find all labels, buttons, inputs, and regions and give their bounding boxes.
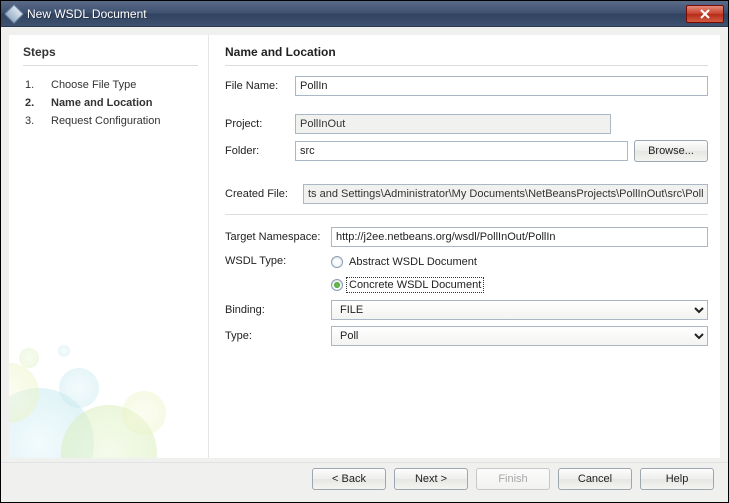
row-file-name: File Name: bbox=[225, 76, 708, 96]
row-project: Project: bbox=[225, 114, 708, 134]
radio-abstract-label: Abstract WSDL Document bbox=[347, 255, 479, 269]
separator bbox=[225, 214, 708, 215]
step-number: 2. bbox=[25, 97, 39, 109]
content-pane: Name and Location File Name: Project: bbox=[209, 35, 720, 458]
radio-concrete-label: Concrete WSDL Document bbox=[347, 278, 483, 292]
label-project: Project: bbox=[225, 118, 289, 130]
wizard-footer: < Back Next > Finish Cancel Help bbox=[1, 462, 728, 502]
cancel-button[interactable]: Cancel bbox=[558, 468, 632, 490]
window-title: New WSDL Document bbox=[27, 7, 686, 21]
browse-button[interactable]: Browse... bbox=[634, 140, 708, 162]
row-binding: Binding: FILE bbox=[225, 300, 708, 320]
file-name-input[interactable] bbox=[295, 76, 708, 96]
steps-list: 1. Choose File Type 2. Name and Location… bbox=[23, 76, 198, 130]
finish-button: Finish bbox=[476, 468, 550, 490]
divider bbox=[225, 65, 708, 66]
next-button[interactable]: Next > bbox=[394, 468, 468, 490]
binding-select[interactable]: FILE bbox=[331, 300, 708, 320]
help-button[interactable]: Help bbox=[640, 468, 714, 490]
steps-heading: Steps bbox=[23, 45, 198, 59]
close-icon bbox=[699, 9, 711, 19]
project-display bbox=[295, 114, 611, 134]
step-item-current: 2. Name and Location bbox=[23, 94, 198, 112]
wsdl-app-icon bbox=[4, 4, 24, 24]
row-target-namespace: Target Namespace: bbox=[225, 227, 708, 247]
step-item: 1. Choose File Type bbox=[23, 76, 198, 94]
close-button[interactable] bbox=[686, 5, 724, 23]
radio-icon-selected bbox=[331, 279, 343, 291]
target-namespace-input[interactable] bbox=[331, 227, 708, 247]
label-file-name: File Name: bbox=[225, 80, 289, 92]
decorative-bubbles bbox=[9, 313, 229, 458]
row-created-file: Created File: bbox=[225, 184, 708, 204]
created-file-display bbox=[303, 184, 708, 204]
step-label: Name and Location bbox=[51, 97, 152, 109]
radio-concrete[interactable]: Concrete WSDL Document bbox=[331, 276, 483, 294]
radio-abstract[interactable]: Abstract WSDL Document bbox=[331, 253, 479, 271]
label-type: Type: bbox=[225, 330, 325, 342]
label-target-namespace: Target Namespace: bbox=[225, 231, 325, 243]
row-folder: Folder: Browse... bbox=[225, 140, 708, 162]
title-bar: New WSDL Document bbox=[1, 1, 728, 27]
form: File Name: Project: Folder: Browse.. bbox=[225, 76, 708, 346]
content-heading: Name and Location bbox=[225, 45, 708, 59]
label-folder: Folder: bbox=[225, 145, 289, 157]
type-select[interactable]: Poll bbox=[331, 326, 708, 346]
divider bbox=[23, 65, 198, 66]
row-type: Type: Poll bbox=[225, 326, 708, 346]
row-wsdl-type: WSDL Type: Abstract WSDL Document Concre… bbox=[225, 253, 708, 294]
label-wsdl-type: WSDL Type: bbox=[225, 253, 325, 267]
folder-input[interactable] bbox=[295, 141, 628, 161]
back-button[interactable]: < Back bbox=[312, 468, 386, 490]
label-binding: Binding: bbox=[225, 304, 325, 316]
step-label: Choose File Type bbox=[51, 79, 136, 91]
step-label: Request Configuration bbox=[51, 115, 160, 127]
step-number: 1. bbox=[25, 79, 39, 91]
label-created-file: Created File: bbox=[225, 188, 297, 200]
radio-icon bbox=[331, 256, 343, 268]
steps-sidebar: Steps 1. Choose File Type 2. Name and Lo… bbox=[9, 35, 209, 458]
step-number: 3. bbox=[25, 115, 39, 127]
step-item: 3. Request Configuration bbox=[23, 112, 198, 130]
